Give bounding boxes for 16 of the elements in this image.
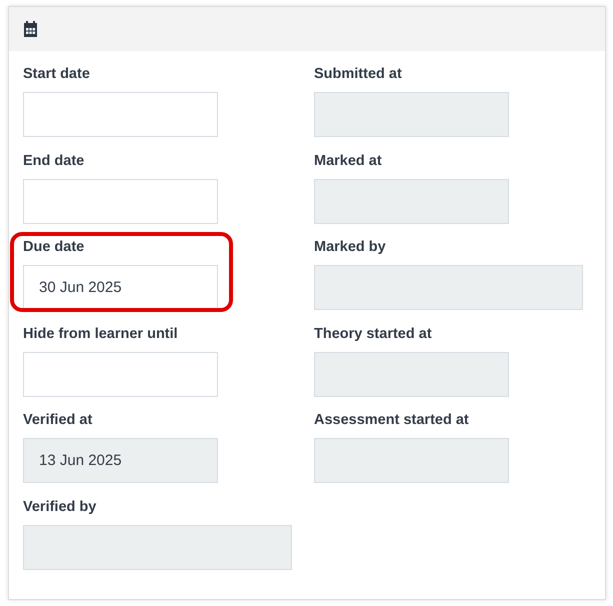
date-field[interactable] [23, 352, 218, 396]
field-label: Verified by [23, 498, 96, 516]
calendar-icon [23, 20, 38, 38]
field-label: Assessment started at [314, 412, 469, 429]
date-field[interactable] [23, 92, 218, 137]
field-label: Start date [23, 66, 90, 83]
field-label: Hide from learner until [23, 326, 178, 342]
field-label: Theory started at [314, 326, 432, 342]
field-label: Due date [23, 239, 84, 256]
field-label: End date [23, 152, 84, 170]
date-field[interactable]: 30 Jun 2025 [23, 265, 218, 310]
field-label: Submitted at [314, 66, 402, 83]
date-field[interactable] [23, 178, 218, 224]
field-label: Marked by [314, 239, 386, 256]
field-label: Marked at [314, 152, 382, 170]
field-label: Verified at [23, 412, 92, 429]
